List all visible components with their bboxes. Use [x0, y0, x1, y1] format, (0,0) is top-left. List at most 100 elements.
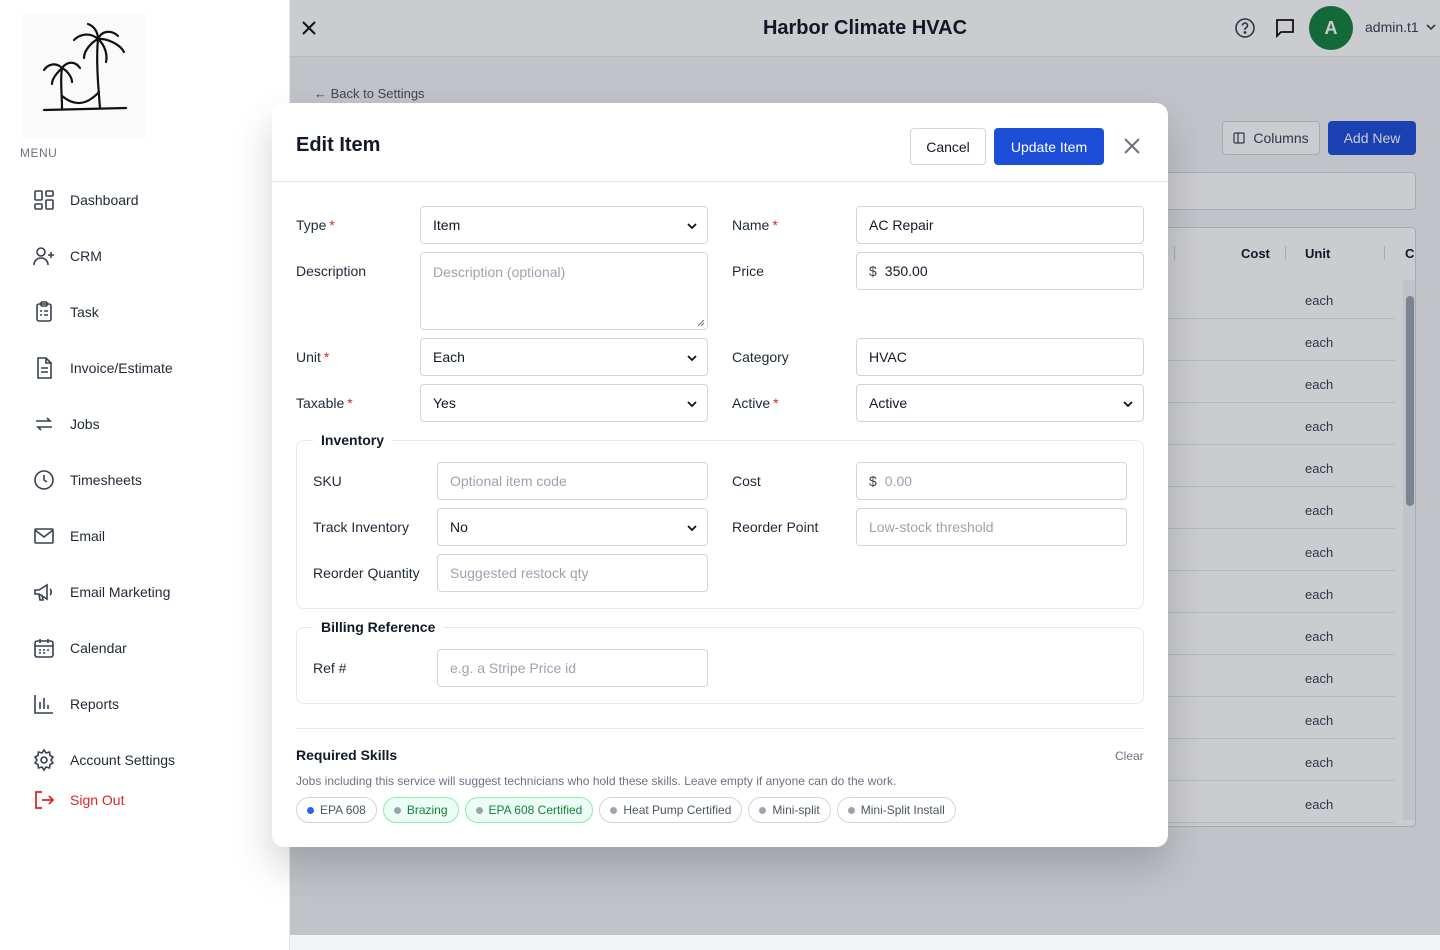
megaphone-icon	[34, 583, 52, 601]
type-select[interactable]: Item	[420, 206, 708, 244]
sidebar-item-label: Jobs	[70, 416, 100, 432]
modal-header: Edit Item Cancel Update Item	[272, 103, 1168, 182]
sidebar-item-label: Invoice/Estimate	[70, 360, 173, 376]
sidebar-item-sign-out[interactable]: Sign Out	[32, 786, 124, 814]
sidebar-item-task[interactable]: Task	[32, 298, 99, 326]
chevron-down-icon	[687, 401, 697, 408]
resize-handle-icon[interactable]	[697, 319, 705, 327]
dashboard-icon	[34, 190, 54, 210]
sidebar-item-email[interactable]: Email	[32, 522, 105, 550]
menu-label: MENU	[20, 146, 58, 160]
skill-chip[interactable]: EPA 608 Certified	[464, 797, 594, 823]
ref-label: Ref #	[313, 660, 347, 676]
skill-chip[interactable]: EPA 608	[296, 797, 377, 823]
taxable-label: Taxable *	[296, 395, 353, 411]
unit-select[interactable]: Each	[420, 338, 708, 376]
status-dot-icon	[393, 806, 401, 814]
repeat-icon	[36, 417, 52, 431]
skill-chip[interactable]: Heat Pump Certified	[599, 797, 743, 823]
status-dot-icon	[759, 806, 767, 814]
status-dot-icon	[475, 806, 483, 814]
track-inventory-label: Track Inventory	[313, 519, 409, 535]
status-dot-icon	[847, 806, 855, 814]
price-field[interactable]: $ 350.00	[856, 252, 1144, 290]
calendar-icon	[34, 639, 54, 658]
sidebar-item-invoice[interactable]: Invoice/Estimate	[32, 354, 173, 382]
update-item-button[interactable]: Update Item	[994, 128, 1104, 165]
sku-label: SKU	[313, 473, 342, 489]
sidebar-item-label: Task	[70, 304, 99, 320]
reorder-point-placeholder: Low-stock threshold	[869, 519, 994, 535]
currency-symbol: $	[869, 263, 877, 279]
status-dot-icon	[307, 806, 314, 814]
sku-placeholder: Optional item code	[450, 473, 567, 489]
chevron-down-icon	[687, 223, 697, 230]
track-inventory-select[interactable]: No	[437, 508, 708, 546]
cost-placeholder: 0.00	[884, 473, 913, 489]
sidebar: MENU Dashboard CRM Task Invoice/Estimate…	[0, 0, 290, 950]
track-inventory-value: No	[450, 519, 468, 535]
name-label: Name *	[732, 217, 778, 233]
clock-icon	[34, 470, 54, 490]
type-label: Type *	[296, 217, 335, 233]
skill-chip[interactable]: Mini-Split Install	[836, 797, 956, 823]
taxable-select[interactable]: Yes	[420, 384, 708, 422]
skill-chip-label: EPA 608	[320, 803, 366, 817]
ref-field[interactable]: e.g. a Stripe Price id	[437, 649, 708, 687]
reorder-quantity-placeholder: Suggested restock qty	[450, 565, 589, 581]
skill-chip[interactable]: Mini-split	[748, 797, 831, 823]
reorder-quantity-field[interactable]: Suggested restock qty	[437, 554, 708, 592]
billing-fieldset	[296, 627, 1144, 704]
bar-chart-icon	[34, 695, 53, 714]
description-label: Description	[296, 263, 367, 279]
sidebar-item-timesheets[interactable]: Timesheets	[32, 466, 142, 494]
sidebar-item-account-settings[interactable]: Account Settings	[32, 746, 175, 774]
sku-field[interactable]: Optional item code	[437, 462, 708, 500]
sidebar-item-email-marketing[interactable]: Email Marketing	[32, 578, 170, 606]
close-icon[interactable]	[1122, 136, 1142, 156]
type-value: Item	[433, 217, 461, 233]
cost-field[interactable]: $ 0.00	[856, 462, 1127, 500]
palm-tree-hammock-logo	[42, 22, 128, 112]
sidebar-item-crm[interactable]: CRM	[32, 242, 102, 270]
reorder-quantity-label: Reorder Quantity	[313, 565, 420, 581]
gear-icon	[33, 748, 55, 772]
name-field[interactable]: AC Repair	[856, 206, 1144, 244]
inventory-legend: Inventory	[313, 432, 393, 448]
active-label: Active *	[732, 395, 779, 411]
category-value: HVAC	[869, 349, 907, 365]
billing-legend: Billing Reference	[313, 619, 444, 635]
skill-chip-label: EPA 608 Certified	[488, 803, 583, 817]
cancel-button[interactable]: Cancel	[910, 128, 986, 165]
name-value: AC Repair	[869, 217, 934, 233]
sidebar-item-dashboard[interactable]: Dashboard	[32, 186, 139, 214]
clear-skills-button[interactable]: Clear	[1115, 749, 1144, 763]
sidebar-item-label: Calendar	[70, 640, 127, 656]
skills-chip-list: EPA 608 Brazing EPA 608 Certified Heat Pump…	[296, 797, 956, 823]
user-plus-icon	[33, 247, 54, 266]
unit-value: Each	[433, 349, 465, 365]
category-field[interactable]: HVAC	[856, 338, 1144, 376]
category-label: Category	[732, 349, 789, 365]
company-logo	[22, 14, 146, 138]
reorder-point-field[interactable]: Low-stock threshold	[856, 508, 1127, 546]
skill-chip[interactable]: Brazing	[382, 797, 459, 823]
sidebar-item-calendar[interactable]: Calendar	[32, 634, 127, 662]
description-textarea[interactable]: Description (optional)	[420, 252, 708, 330]
sign-out-icon	[35, 791, 55, 809]
skill-chip-label: Brazing	[406, 803, 448, 817]
skill-chip-label: Mini-Split Install	[860, 803, 945, 817]
ref-placeholder: e.g. a Stripe Price id	[450, 660, 577, 676]
reorder-point-label: Reorder Point	[732, 519, 819, 535]
sidebar-item-label: Timesheets	[70, 472, 142, 488]
sign-out-label: Sign Out	[70, 792, 125, 808]
sidebar-item-jobs[interactable]: Jobs	[32, 410, 100, 438]
price-label: Price	[732, 263, 764, 279]
skill-chip-label: Heat Pump Certified	[623, 803, 732, 817]
sidebar-item-reports[interactable]: Reports	[32, 690, 119, 718]
active-select[interactable]: Active	[856, 384, 1144, 422]
sidebar-item-label: Dashboard	[70, 192, 139, 208]
edit-item-modal: Edit Item Cancel Update Item Type * Item …	[272, 103, 1168, 847]
active-value: Active	[869, 395, 908, 411]
skill-chip-label: Mini-split	[772, 803, 820, 817]
